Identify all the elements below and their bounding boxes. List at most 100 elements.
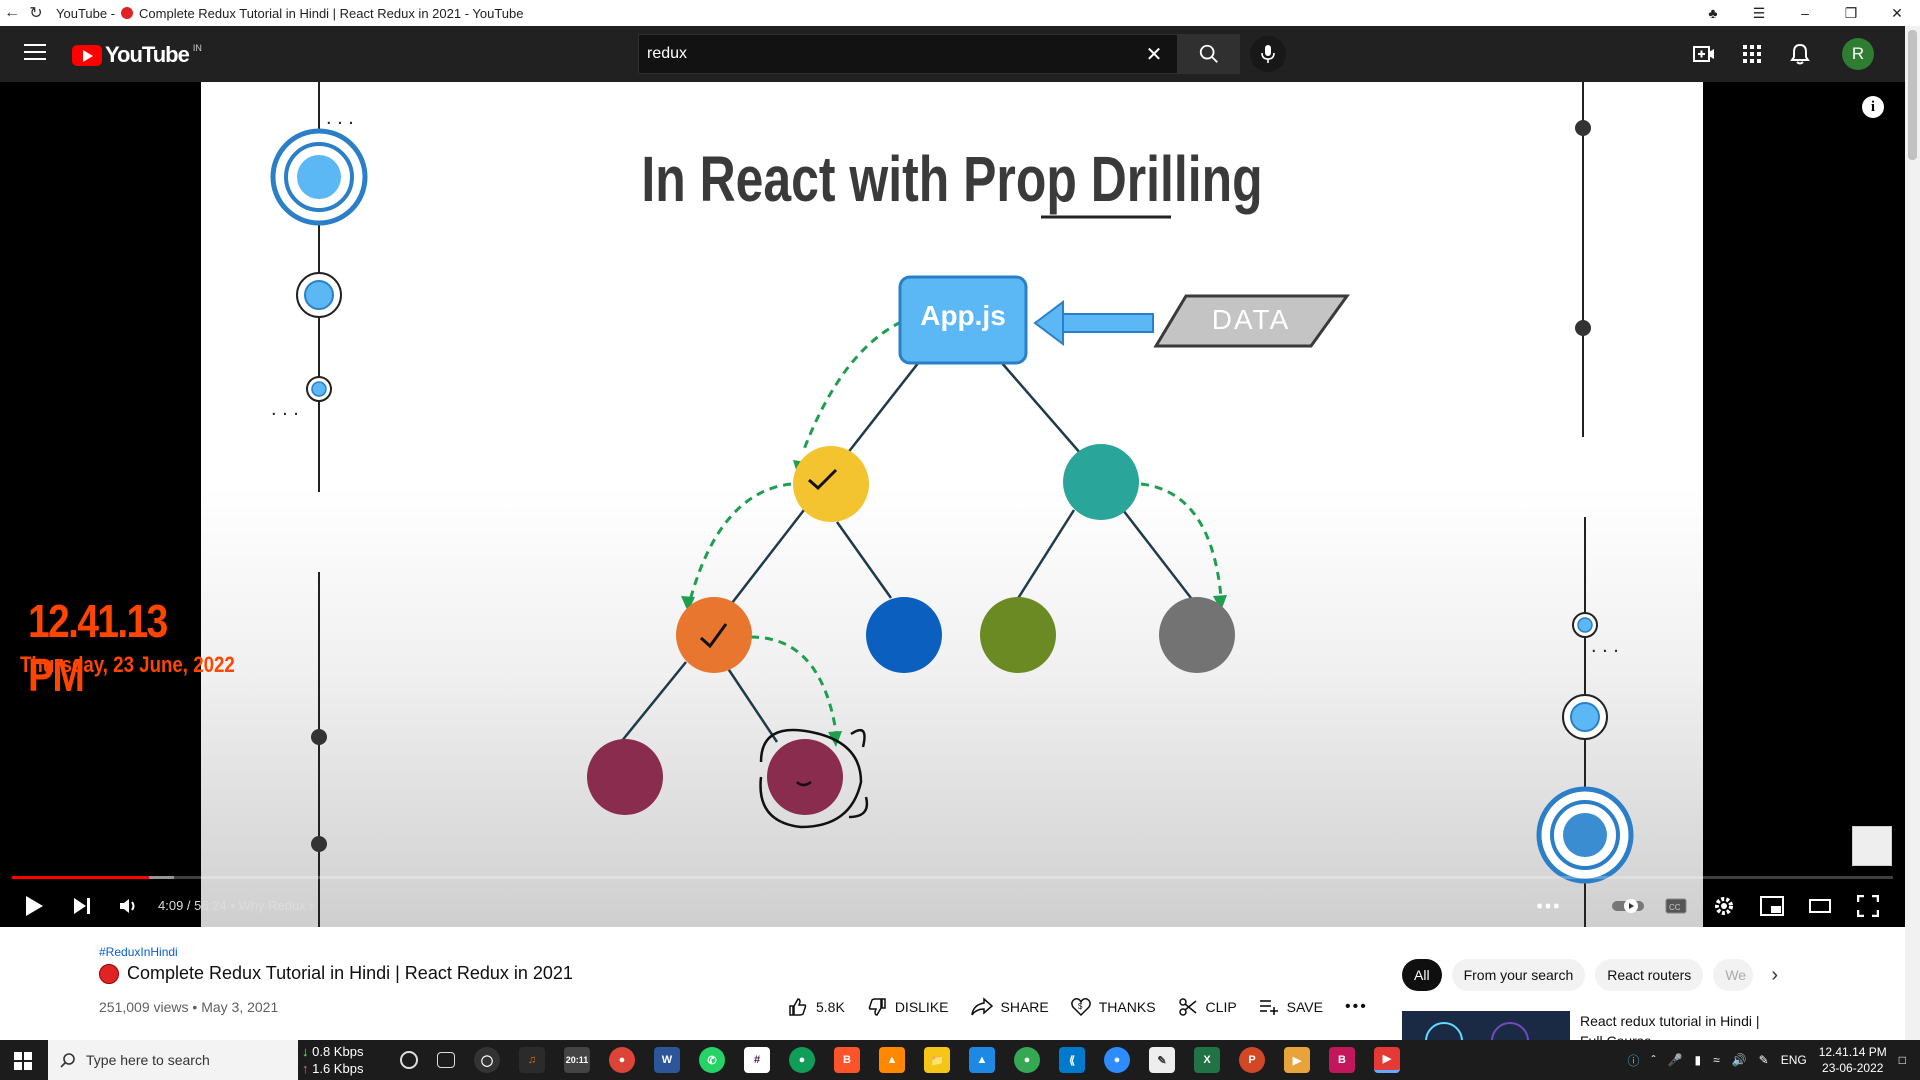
file-explorer-icon[interactable]: 📁 [924, 1047, 950, 1073]
save-button[interactable]: SAVE [1259, 998, 1323, 1016]
share-button[interactable]: SHARE [970, 997, 1049, 1017]
recommended-thumbnail[interactable] [1402, 1011, 1570, 1040]
clip-label: CLIP [1205, 999, 1237, 1015]
cortana-icon[interactable] [400, 1051, 418, 1069]
info-icon[interactable]: i [1862, 96, 1884, 118]
volume-button[interactable] [114, 892, 142, 920]
chrome-profile-icon[interactable]: ● [789, 1047, 815, 1073]
chip-from-your-search[interactable]: From your search [1451, 959, 1586, 991]
clear-search-icon[interactable]: ✕ [1139, 42, 1169, 67]
notifications-bell-icon[interactable] [1788, 42, 1812, 66]
chrome-icon[interactable]: ● [609, 1047, 635, 1073]
dislike-button[interactable]: DISLIKE [867, 997, 949, 1017]
red-circle-icon [99, 963, 119, 984]
settings-gear-icon[interactable] [1710, 892, 1738, 920]
chevron-up-icon[interactable]: ˆ [1652, 1053, 1656, 1067]
browser-title-bar: ← ↻ YouTube - Complete Redux Tutorial in… [0, 0, 1920, 26]
recommended-title[interactable]: React redux tutorial in Hindi | Full Cou… [1580, 1011, 1780, 1040]
task-view-icon[interactable] [437, 1052, 455, 1068]
page-scrollbar[interactable] [1905, 26, 1920, 1040]
channel-watermark[interactable] [1852, 826, 1892, 866]
help-icon[interactable]: ⓘ [1628, 1052, 1640, 1069]
windows-taskbar: Type here to search ↓ 0.8 Kbps ↑ 1.6 Kbp… [0, 1040, 1920, 1080]
search-button[interactable] [1178, 34, 1240, 74]
chip-partial[interactable]: We [1713, 959, 1754, 991]
word-icon[interactable]: W [654, 1047, 680, 1073]
fullscreen-icon[interactable] [1854, 892, 1882, 920]
brave-icon[interactable]: B [834, 1047, 860, 1073]
excel-icon[interactable]: X [1194, 1047, 1220, 1073]
clip-button[interactable]: CLIP [1178, 997, 1237, 1017]
slack-icon[interactable]: # [744, 1047, 770, 1073]
save-playlist-icon [1259, 1000, 1278, 1015]
video-player[interactable]: In React with Prop Drilling . . . . . . [0, 82, 1905, 927]
vlc-icon[interactable]: ▲ [879, 1047, 905, 1073]
paint-icon[interactable]: ✎ [1149, 1047, 1175, 1073]
player-controls: 4:09 / 56:24 • Why Redux › ••• CC [0, 882, 1905, 927]
views-text: 251,009 views [99, 999, 189, 1015]
clock-app-icon[interactable]: 20:11 [564, 1047, 590, 1073]
restore-icon[interactable]: ❐ [1828, 5, 1874, 22]
scissors-icon [1178, 998, 1197, 1016]
pen-icon[interactable]: ✎ [1759, 1053, 1769, 1067]
play-icon [26, 896, 43, 916]
progress-bar[interactable] [12, 876, 1893, 879]
language-indicator[interactable]: ENG [1781, 1053, 1807, 1067]
scrollbar-thumb[interactable] [1908, 30, 1917, 160]
theater-mode-icon[interactable] [1806, 892, 1834, 920]
hashtag-link[interactable]: #ReduxInHindi [99, 945, 178, 959]
like-button[interactable]: 5.8K [788, 997, 845, 1017]
wifi-icon[interactable]: ≈ [1713, 1053, 1720, 1067]
reload-icon[interactable]: ↻ [24, 3, 48, 23]
miniplayer-icon[interactable] [1758, 892, 1786, 920]
extension-icon[interactable]: ♣ [1690, 5, 1736, 21]
vscode-icon[interactable]: ⟪ [1059, 1047, 1085, 1073]
chapter-title[interactable]: Why Redux [238, 898, 305, 913]
more-options-icon[interactable]: ••• [1535, 892, 1563, 920]
dislike-label: DISLIKE [894, 999, 949, 1015]
more-actions-button[interactable]: ••• [1345, 998, 1368, 1016]
subtitles-icon[interactable]: CC [1662, 892, 1690, 920]
voice-search-button[interactable] [1250, 36, 1286, 72]
obs-icon[interactable]: ◯ [474, 1047, 500, 1073]
create-video-icon[interactable] [1692, 42, 1716, 66]
brave-profile-icon[interactable]: B [1329, 1047, 1355, 1073]
hamburger-menu-icon[interactable] [24, 44, 46, 62]
recommendation-chips: All From your search React routers We › [1402, 959, 1778, 991]
notification-center-icon[interactable]: □ [1899, 1053, 1906, 1067]
app-icon-orange[interactable]: ♫ [519, 1047, 545, 1073]
youtube-window-icon[interactable]: ▶ [1374, 1047, 1400, 1073]
media-player-icon[interactable]: ▶ [1284, 1047, 1310, 1073]
svg-text:. . .: . . . [326, 107, 354, 129]
whatsapp-icon[interactable]: ✆ [699, 1047, 725, 1073]
chrome-alt-icon[interactable]: ● [1014, 1047, 1040, 1073]
chip-all[interactable]: All [1402, 959, 1442, 991]
close-icon[interactable]: ✕ [1874, 5, 1920, 22]
time-current: 4:09 [158, 898, 184, 913]
chip-react-routers[interactable]: React routers [1595, 959, 1704, 991]
photos-icon[interactable]: ▲ [969, 1047, 995, 1073]
taskbar-search[interactable]: Type here to search [48, 1040, 298, 1080]
autoplay-toggle[interactable] [1610, 892, 1646, 920]
minimize-icon[interactable]: – [1782, 5, 1828, 21]
thanks-button[interactable]: $ THANKS [1070, 997, 1156, 1017]
mic-tray-icon[interactable]: 🎤 [1668, 1053, 1683, 1067]
windows-start-icon[interactable] [14, 1052, 32, 1070]
play-button[interactable] [20, 892, 48, 920]
menu-icon[interactable]: ☰ [1736, 5, 1782, 22]
progress-played [12, 876, 150, 879]
clock-date: Thursday, 23 June, 2022 [20, 652, 235, 677]
chevron-right-icon[interactable]: › [1771, 964, 1778, 987]
avatar[interactable]: R [1842, 38, 1874, 70]
apps-grid-icon[interactable] [1740, 42, 1764, 66]
youtube-logo[interactable]: YouTube IN [72, 42, 202, 68]
taskbar-clock[interactable]: 12.41.14 PM 23-06-2022 [1819, 1044, 1887, 1076]
thanks-heart-icon: $ [1070, 998, 1091, 1017]
battery-icon[interactable]: ▮ [1694, 1053, 1701, 1067]
speaker-icon[interactable]: 🔊 [1732, 1053, 1747, 1067]
back-arrow-icon[interactable]: ← [0, 4, 24, 22]
search-input[interactable] [639, 45, 1139, 63]
powerpoint-icon[interactable]: P [1239, 1047, 1265, 1073]
next-button[interactable] [68, 892, 96, 920]
zoom-icon[interactable]: ● [1104, 1047, 1130, 1073]
